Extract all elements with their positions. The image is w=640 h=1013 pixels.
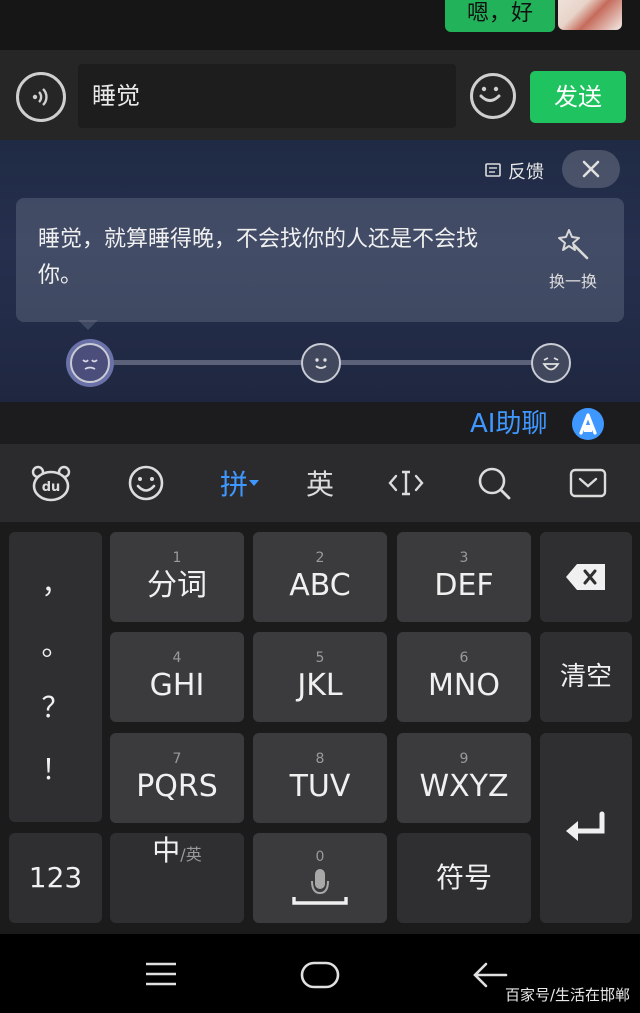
key-number: 5 xyxy=(315,650,325,666)
collapse-keyboard-icon[interactable] xyxy=(566,459,610,507)
key-6[interactable]: 6 MNO xyxy=(397,632,531,722)
key-label: 分词 xyxy=(147,568,207,603)
lang-main-label: 中 xyxy=(152,834,181,867)
feedback-icon xyxy=(485,163,501,177)
swap-label: 换一换 xyxy=(548,272,597,291)
message-input[interactable]: 睡觉 xyxy=(78,64,456,128)
key-label: GHI xyxy=(149,668,205,703)
key-label: ABC xyxy=(289,568,351,603)
close-icon xyxy=(582,160,600,178)
punct-comma[interactable]: ， xyxy=(41,553,69,615)
enter-key[interactable] xyxy=(540,733,632,923)
tone-sad-button[interactable] xyxy=(70,343,110,383)
punct-period[interactable]: 。 xyxy=(41,615,69,677)
back-icon[interactable] xyxy=(472,960,508,994)
punctuation-column[interactable]: ， 。 ？ ！ xyxy=(9,532,102,822)
menu-icon[interactable] xyxy=(144,961,178,991)
english-mode-button[interactable]: 英 xyxy=(298,459,342,507)
key-label: TUV xyxy=(289,769,351,804)
ai-chat-icon[interactable] xyxy=(572,408,604,440)
key-number: 8 xyxy=(315,751,325,767)
avatar[interactable] xyxy=(558,0,622,30)
triangle-down-icon xyxy=(249,480,259,486)
du-bear-icon[interactable]: du xyxy=(28,459,74,507)
language-switch-key[interactable]: 中 /英 xyxy=(110,833,244,923)
microphone-icon xyxy=(292,869,348,905)
home-icon[interactable] xyxy=(300,961,340,993)
lang-sub-label: /英 xyxy=(180,845,202,864)
laughing-face-icon xyxy=(542,357,560,371)
search-icon[interactable] xyxy=(472,459,516,507)
key-label: WXYZ xyxy=(419,769,509,804)
key-number: 2 xyxy=(315,550,325,566)
feedback-button[interactable]: 反馈 xyxy=(484,158,544,184)
card-pointer xyxy=(78,320,98,330)
pinyin-label: 拼 xyxy=(219,468,248,501)
key-7[interactable]: 7 PQRS xyxy=(110,733,244,823)
backspace-key[interactable] xyxy=(540,532,632,622)
svg-text:du: du xyxy=(42,480,61,495)
key-label: MNO xyxy=(428,668,500,703)
symbols-label: 符号 xyxy=(435,861,492,894)
clear-key[interactable]: 清空 xyxy=(540,632,632,722)
swap-suggestion-button[interactable]: 换一换 xyxy=(540,226,606,296)
sad-face-icon xyxy=(82,359,98,370)
tone-happy-button[interactable] xyxy=(531,343,571,383)
punct-exclaim[interactable]: ！ xyxy=(41,739,69,801)
key-4[interactable]: 4 GHI xyxy=(110,632,244,722)
punct-question[interactable]: ？ xyxy=(41,677,69,739)
tone-neutral-button[interactable] xyxy=(301,343,341,383)
smiley-icon xyxy=(479,86,501,102)
number-switch-label: 123 xyxy=(28,861,83,894)
emoji-button[interactable] xyxy=(470,73,516,119)
magic-wand-icon xyxy=(558,229,589,260)
key-1[interactable]: 1 分词 xyxy=(110,532,244,622)
emoji-panel-icon[interactable] xyxy=(124,459,168,507)
key-number: 7 xyxy=(172,751,182,767)
key-9[interactable]: 9 WXYZ xyxy=(397,733,531,823)
key-label: DEF xyxy=(434,568,494,603)
pinyin-mode-button[interactable]: 拼 xyxy=(212,459,268,507)
voice-icon xyxy=(32,88,48,106)
send-button[interactable]: 发送 xyxy=(530,71,626,123)
space-key[interactable]: 0 xyxy=(253,833,387,923)
cursor-icon[interactable] xyxy=(384,459,428,507)
key-number: 6 xyxy=(459,650,469,666)
voice-input-button[interactable] xyxy=(16,72,66,122)
suggestion-text[interactable]: 睡觉，就算睡得晚，不会找你的人还是不会找你。 xyxy=(38,222,478,294)
key-number: 0 xyxy=(315,849,325,865)
clear-label: 清空 xyxy=(559,662,612,692)
key-number: 9 xyxy=(459,751,469,767)
key-2[interactable]: 2 ABC xyxy=(253,532,387,622)
backspace-icon xyxy=(566,564,605,590)
close-panel-button[interactable] xyxy=(562,150,620,188)
key-number: 3 xyxy=(459,550,469,566)
chat-bubble[interactable]: 嗯，好 xyxy=(444,0,555,32)
key-label: JKL xyxy=(297,668,343,703)
key-5[interactable]: 5 JKL xyxy=(253,632,387,722)
enter-icon xyxy=(566,811,605,841)
key-label: PQRS xyxy=(136,769,218,804)
key-number: 1 xyxy=(172,550,182,566)
key-3[interactable]: 3 DEF xyxy=(397,532,531,622)
number-switch-key[interactable]: 123 xyxy=(9,833,102,923)
ai-chat-label[interactable]: AI助聊 xyxy=(470,404,547,444)
feedback-label: 反馈 xyxy=(508,162,544,183)
watermark: 百家号/生活在邯郸 xyxy=(504,986,630,1004)
smile-face-icon xyxy=(315,358,327,369)
key-8[interactable]: 8 TUV xyxy=(253,733,387,823)
symbols-key[interactable]: 符号 xyxy=(397,833,531,923)
key-number: 4 xyxy=(172,650,182,666)
